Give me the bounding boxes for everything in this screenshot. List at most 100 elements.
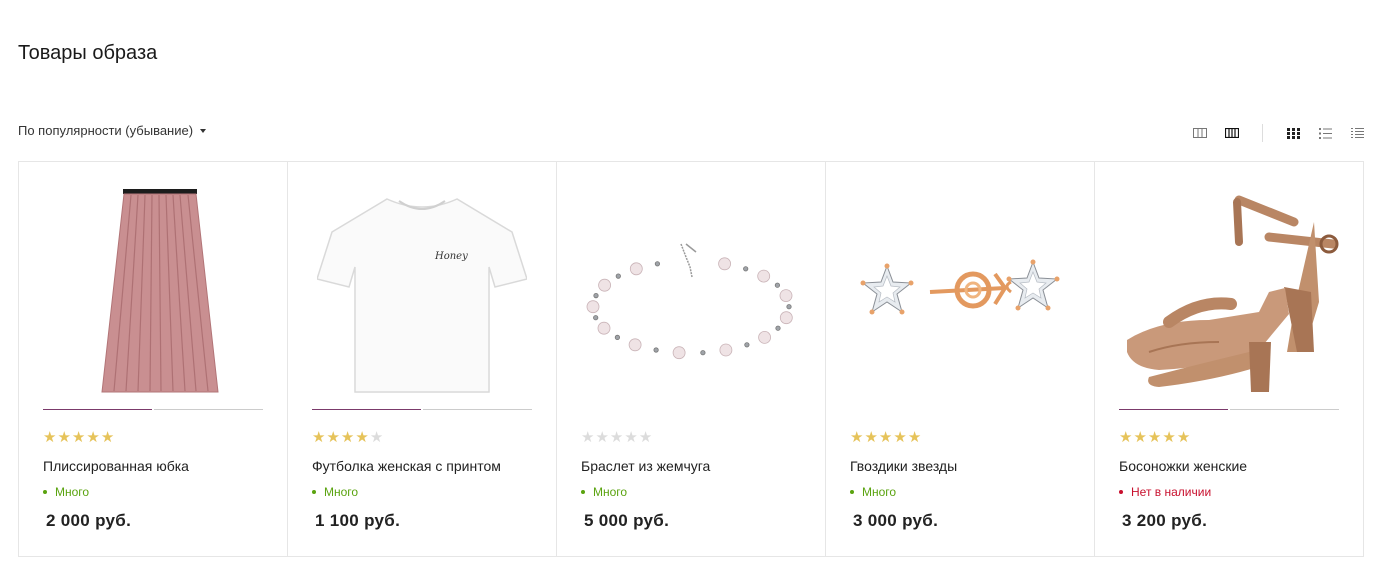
image-slider-dots[interactable] bbox=[1119, 409, 1339, 411]
product-price: 2 000 руб. bbox=[46, 511, 132, 530]
status-dot bbox=[312, 490, 316, 494]
slider-dot[interactable] bbox=[154, 409, 263, 410]
star-icon: ★ bbox=[1176, 429, 1191, 446]
stock-label: Много bbox=[862, 485, 897, 499]
status-dot bbox=[1119, 490, 1123, 494]
stock-status: Нет в наличии bbox=[1119, 485, 1211, 499]
status-dot bbox=[581, 490, 585, 494]
pearl bbox=[779, 311, 793, 325]
product-image-earrings[interactable] bbox=[850, 182, 1070, 402]
product-price: 1 100 руб. bbox=[315, 511, 401, 530]
star-icon: ★ bbox=[609, 429, 624, 446]
slider-dot[interactable] bbox=[1230, 409, 1339, 410]
pearl bbox=[786, 304, 792, 310]
pearl bbox=[628, 338, 642, 352]
product-price: 3 200 руб. bbox=[1122, 511, 1208, 530]
pearl bbox=[597, 321, 611, 335]
star-icon: ★ bbox=[638, 429, 653, 446]
product-name[interactable]: Плиссированная юбка bbox=[43, 458, 189, 474]
image-slider-dots[interactable] bbox=[312, 409, 532, 411]
star-icon: ★ bbox=[878, 429, 893, 446]
product-name[interactable]: Футболка женская с принтом bbox=[312, 458, 501, 474]
image-slider-dots[interactable] bbox=[581, 409, 801, 411]
list-icon[interactable] bbox=[1317, 126, 1333, 140]
pearl bbox=[629, 262, 643, 276]
star-icon: ★ bbox=[581, 429, 595, 446]
slider-dot[interactable] bbox=[312, 409, 421, 410]
product-card[interactable]: ★ ★ ★ ★ ★ Браслет из жемчуга Много 5 000 руб… bbox=[557, 162, 826, 556]
compact-list-icon[interactable] bbox=[1349, 126, 1365, 140]
pearl bbox=[586, 300, 600, 314]
star-icon: ★ bbox=[326, 429, 340, 446]
caret-down-icon bbox=[200, 128, 207, 133]
star-icon: ★ bbox=[1119, 429, 1133, 446]
stock-status: Много bbox=[581, 485, 627, 499]
star-icon: ★ bbox=[1133, 429, 1147, 446]
star-icon: ★ bbox=[57, 429, 71, 446]
product-image-sandals[interactable] bbox=[1119, 182, 1339, 402]
stock-status: Много bbox=[850, 485, 896, 499]
image-slider-dots[interactable] bbox=[850, 409, 1070, 411]
stock-label: Много bbox=[593, 485, 628, 499]
star-icon: ★ bbox=[340, 429, 355, 446]
pearl bbox=[718, 257, 732, 271]
product-image-skirt[interactable] bbox=[43, 182, 263, 402]
product-image-tshirt[interactable]: Honey bbox=[312, 182, 532, 402]
page-title: Товары образа bbox=[18, 42, 158, 64]
star-icon: ★ bbox=[893, 429, 907, 446]
image-slider-dots[interactable] bbox=[43, 409, 263, 411]
product-card[interactable]: ★ ★ ★ ★ ★ Босоножки женские Нет в наличии 3 … bbox=[1095, 162, 1363, 556]
product-name[interactable]: Гвоздики звезды bbox=[850, 458, 957, 474]
pearl bbox=[757, 269, 771, 283]
product-grid: ★ ★ ★ ★ ★ Плиссированная юбка Много 2 000 ру… bbox=[18, 161, 1364, 557]
slider-dot[interactable] bbox=[43, 409, 152, 410]
rating-stars: ★ ★ ★ ★ ★ bbox=[850, 430, 921, 445]
pearl bbox=[743, 266, 749, 272]
star-icon: ★ bbox=[624, 429, 638, 446]
star-icon: ★ bbox=[369, 429, 384, 446]
pearl bbox=[598, 278, 612, 292]
star-icon: ★ bbox=[907, 429, 922, 446]
star-icon: ★ bbox=[850, 429, 864, 446]
stock-status: Много bbox=[312, 485, 358, 499]
pearl bbox=[758, 331, 772, 344]
stock-status: Много bbox=[43, 485, 89, 499]
star-icon: ★ bbox=[100, 429, 115, 446]
grid-4-cols-icon[interactable] bbox=[1224, 126, 1240, 140]
sort-dropdown[interactable]: По популярности (убывание) bbox=[18, 123, 207, 138]
product-price: 5 000 руб. bbox=[584, 511, 670, 530]
rating-stars: ★ ★ ★ ★ ★ bbox=[1119, 430, 1190, 445]
slider-dot[interactable] bbox=[1119, 409, 1228, 410]
slider-dot[interactable] bbox=[423, 409, 532, 410]
sort-label: По популярности (убывание) bbox=[18, 123, 194, 138]
star-icon: ★ bbox=[86, 429, 100, 446]
rating-stars: ★ ★ ★ ★ ★ bbox=[43, 430, 114, 445]
product-name[interactable]: Босоножки женские bbox=[1119, 458, 1247, 474]
grid-3-cols-icon[interactable] bbox=[1192, 126, 1208, 140]
pearl bbox=[775, 325, 781, 331]
stock-label: Много bbox=[324, 485, 359, 499]
star-icon: ★ bbox=[43, 429, 57, 446]
product-name[interactable]: Браслет из жемчуга bbox=[581, 458, 710, 474]
rating-stars: ★ ★ ★ ★ ★ bbox=[312, 430, 383, 445]
product-card[interactable]: ★ ★ ★ ★ ★ Плиссированная юбка Много 2 000 ру… bbox=[19, 162, 288, 556]
status-dot bbox=[850, 490, 854, 494]
svg-text:Honey: Honey bbox=[434, 251, 468, 262]
star-icon: ★ bbox=[595, 429, 609, 446]
star-icon: ★ bbox=[1147, 429, 1162, 446]
product-card[interactable]: Honey ★ ★ ★ ★ ★ Футболка женская с принтом М… bbox=[288, 162, 557, 556]
product-image-bracelet[interactable] bbox=[581, 182, 801, 402]
pearl bbox=[593, 293, 599, 299]
stock-label: Много bbox=[55, 485, 90, 499]
pearl bbox=[744, 342, 750, 348]
product-card[interactable]: ★ ★ ★ ★ ★ Гвоздики звезды Много 3 000 руб. bbox=[826, 162, 1095, 556]
tiles-icon[interactable] bbox=[1285, 126, 1301, 140]
pearl bbox=[653, 347, 659, 353]
view-switcher bbox=[1176, 124, 1365, 142]
star-icon: ★ bbox=[1162, 429, 1176, 446]
status-dot bbox=[43, 490, 47, 494]
pearl bbox=[774, 282, 780, 288]
product-price: 3 000 руб. bbox=[853, 511, 939, 530]
star-icon: ★ bbox=[864, 429, 878, 446]
stock-label: Нет в наличии bbox=[1131, 485, 1212, 499]
